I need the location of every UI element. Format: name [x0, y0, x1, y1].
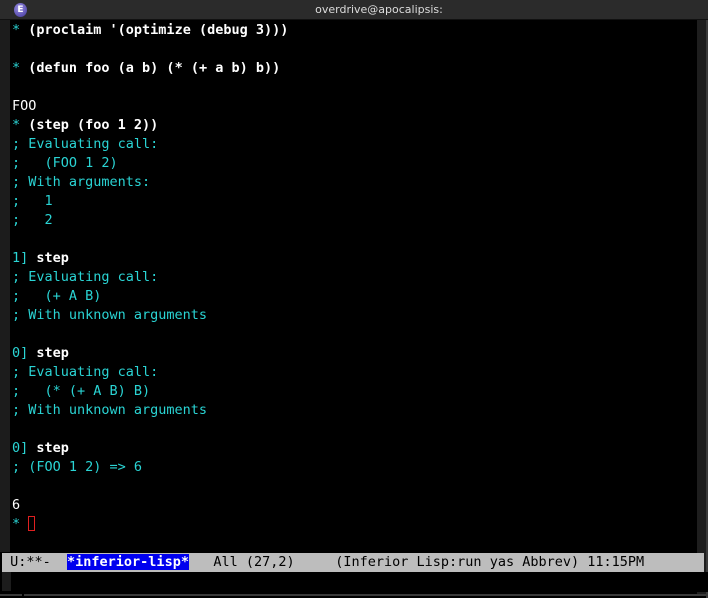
- buffer-line: * (step (foo 1 2)): [12, 116, 692, 135]
- buffer-line: ; (+ A B): [12, 287, 692, 306]
- border-gap: [22, 594, 24, 596]
- minibuffer-fringe: [2, 572, 11, 591]
- stepper-comment: ; Evaluating call:: [12, 364, 159, 380]
- repl-output: 6: [12, 497, 21, 513]
- repl-prompt: *: [12, 516, 29, 532]
- window-titlebar[interactable]: E overdrive@apocalipsis:: [0, 0, 708, 20]
- stepper-comment: ; (* (+ A B) B): [12, 383, 151, 399]
- buffer-line: * (proclaim '(optimize (debug 3))): [12, 21, 692, 40]
- repl-input: (defun foo (a b) (* (+ a b) b)): [28, 60, 281, 76]
- buffer-line: ; With arguments:: [12, 173, 692, 192]
- mode-line[interactable]: U:**- *inferior-lisp* All (27,2) (Inferi…: [2, 553, 704, 572]
- buffer-line: 0] step: [12, 344, 692, 363]
- stepper-comment: ; With arguments:: [12, 174, 151, 190]
- repl-prompt: *: [12, 117, 29, 133]
- stepper-comment: ; (FOO 1 2) => 6: [12, 459, 143, 475]
- stepper-comment: ; Evaluating call:: [12, 269, 159, 285]
- stepper-comment: ; 2: [12, 212, 53, 228]
- buffer-line: ; Evaluating call:: [12, 363, 692, 382]
- buffer-line: [12, 40, 692, 59]
- repl-output: FOO: [12, 98, 37, 114]
- buffer-line: ; 1: [12, 192, 692, 211]
- buffer-line: [12, 477, 692, 496]
- stepper-comment: ; Evaluating call:: [12, 136, 159, 152]
- repl-prompt: 0]: [12, 440, 37, 456]
- buffer-line: ; (FOO 1 2): [12, 154, 692, 173]
- buffer-line: 1] step: [12, 249, 692, 268]
- window-border-bottom: [0, 594, 708, 596]
- buffer-line: ; With unknown arguments: [12, 401, 692, 420]
- modeline-time: 11:15PM: [579, 554, 645, 570]
- buffer-line: ; (FOO 1 2) => 6: [12, 458, 692, 477]
- repl-prompt: *: [12, 22, 29, 38]
- repl-input: (step (foo 1 2)): [28, 117, 159, 133]
- repl-buffer[interactable]: * (proclaim '(optimize (debug 3))) * (def…: [12, 21, 692, 534]
- buffer-line: ; With unknown arguments: [12, 306, 692, 325]
- stepper-comment: ; With unknown arguments: [12, 402, 208, 418]
- stepper-comment: ; (FOO 1 2): [12, 155, 118, 171]
- left-fringe: [0, 20, 10, 552]
- buffer-line: ; Evaluating call:: [12, 135, 692, 154]
- repl-input: (proclaim '(optimize (debug 3))): [28, 22, 289, 38]
- buffer-line: ; 2: [12, 211, 692, 230]
- buffer-line: [12, 420, 692, 439]
- buffer-line: 6: [12, 496, 692, 515]
- modeline-buffer-name[interactable]: *inferior-lisp*: [67, 554, 189, 570]
- buffer-line: *: [12, 515, 692, 534]
- repl-input: step: [36, 440, 69, 456]
- repl-input: step: [36, 250, 69, 266]
- repl-input: step: [36, 345, 69, 361]
- modeline-status: U:**-: [2, 554, 68, 570]
- buffer-line: 0] step: [12, 439, 692, 458]
- buffer-line: ; Evaluating call:: [12, 268, 692, 287]
- stepper-comment: ; 1: [12, 193, 53, 209]
- text-cursor[interactable]: [28, 516, 36, 531]
- stepper-comment: ; (+ A B): [12, 288, 102, 304]
- stepper-comment: ; With unknown arguments: [12, 307, 208, 323]
- window-title: overdrive@apocalipsis:: [315, 3, 443, 16]
- minibuffer[interactable]: [0, 572, 708, 592]
- repl-prompt: *: [12, 60, 29, 76]
- buffer-line: * (defun foo (a b) (* (+ a b) b)): [12, 59, 692, 78]
- buffer-line: ; (* (+ A B) B): [12, 382, 692, 401]
- scrollbar[interactable]: [697, 20, 706, 595]
- buffer-line: [12, 78, 692, 97]
- buffer-line: [12, 325, 692, 344]
- modeline-modes[interactable]: (Inferior Lisp:run yas Abbrev): [335, 554, 579, 570]
- repl-prompt: 1]: [12, 250, 37, 266]
- buffer-line: [12, 230, 692, 249]
- modeline-position: All (27,2): [188, 554, 336, 570]
- repl-prompt: 0]: [12, 345, 37, 361]
- buffer-line: FOO: [12, 97, 692, 116]
